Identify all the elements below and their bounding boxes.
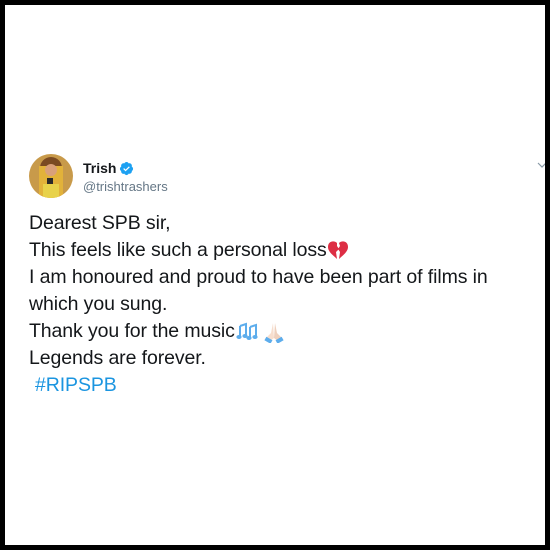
tweet-line: Legends are forever. <box>29 345 545 372</box>
author-display-name[interactable]: Trish <box>83 160 116 176</box>
tweet-header: Trish @trishtrashers <box>29 151 168 201</box>
author-info: Trish @trishtrashers <box>83 158 168 194</box>
tweet-line: This feels like such a personal loss <box>29 237 545 264</box>
tweet-line-text: Thank you for the music <box>29 320 235 342</box>
author-handle[interactable]: @trishtrashers <box>83 179 168 194</box>
tweet-line-text: This feels like such a personal loss <box>29 239 327 261</box>
chevron-down-icon[interactable] <box>537 157 545 168</box>
broken-heart-emoji <box>327 240 349 261</box>
tweet-line: I am honoured and proud to have been par… <box>29 264 545 291</box>
tweet-line: Thank you for the music <box>29 318 545 345</box>
tweet-line: #RIPSPB <box>29 372 545 399</box>
tweet-line: Dearest SPB sir, <box>29 210 545 237</box>
folded-hands-emoji <box>263 321 285 343</box>
tweet-text: Dearest SPB sir, This feels like such a … <box>29 210 545 399</box>
tweet-line-text: I am honoured and proud to have been par… <box>29 266 488 288</box>
tweet-card: Trish @trishtrashers Dearest SPB sir, Th… <box>5 5 545 545</box>
verified-badge-icon <box>119 161 134 176</box>
avatar[interactable] <box>29 154 73 198</box>
tweet-line: which you sung. <box>29 291 545 318</box>
tweet-line-text: Legends are forever. <box>29 347 206 369</box>
tweet-line-text: which you sung. <box>29 293 168 315</box>
tweet-line-text: Dearest SPB sir, <box>29 212 171 234</box>
musical-notes-emoji <box>235 322 259 342</box>
hashtag-link[interactable]: #RIPSPB <box>29 372 117 399</box>
name-row: Trish <box>83 158 168 178</box>
avatar-image <box>29 154 73 198</box>
